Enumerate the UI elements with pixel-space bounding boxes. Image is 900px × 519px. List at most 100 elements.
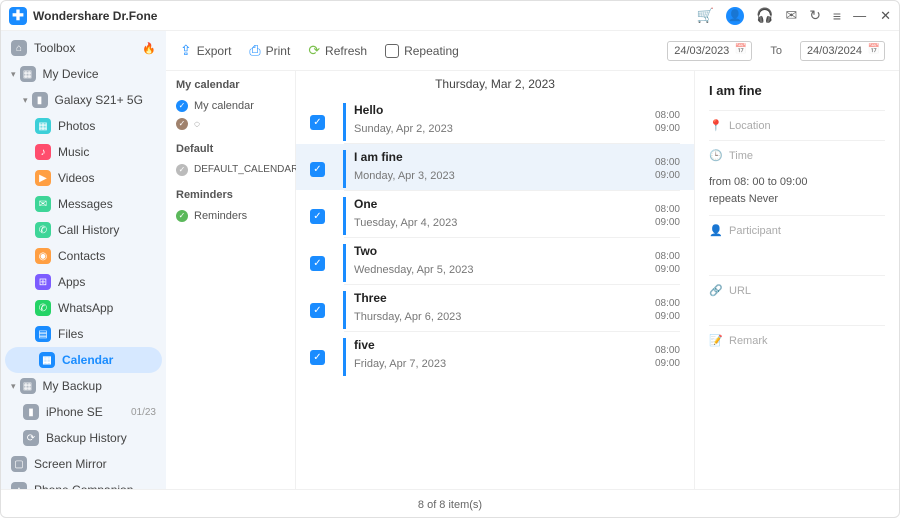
sidebar-item-messages[interactable]: ✉Messages <box>1 191 166 217</box>
event-row[interactable]: ✓ One Tuesday, Apr 4, 2023 08:0009:00 <box>296 191 694 237</box>
user-icon[interactable]: 👤 <box>726 7 744 25</box>
refresh-icon: ⟳ <box>308 42 320 59</box>
sidebar-my-backup[interactable]: ▾ ▦ My Backup <box>1 373 166 399</box>
history-icon[interactable]: ↻ <box>809 7 821 24</box>
events-header-date: Thursday, Mar 2, 2023 <box>296 71 694 97</box>
caret-icon: ▾ <box>11 69 16 80</box>
event-time: 08:0009:00 <box>655 109 680 135</box>
calendar-item[interactable]: Reminders <box>176 207 285 225</box>
event-checkbox[interactable]: ✓ <box>310 256 325 271</box>
date-to-input[interactable]: 24/03/2024 <box>800 41 885 61</box>
main: ⌂ Toolbox 🔥 ▾ ▦ My Device ▾ ▮ Galaxy S21… <box>1 31 899 489</box>
event-date: Monday, Apr 3, 2023 <box>354 170 655 182</box>
device-icon: ▦ <box>20 66 36 82</box>
event-list[interactable]: Thursday, Mar 2, 2023 ✓ Hello Sunday, Ap… <box>296 71 694 489</box>
calendar-icon: ▦ <box>39 352 55 368</box>
event-row[interactable]: ✓ I am fine Monday, Apr 3, 2023 08:0009:… <box>296 144 694 190</box>
sidebar-item-photos[interactable]: ▦Photos <box>1 113 166 139</box>
sidebar-my-device[interactable]: ▾ ▦ My Device <box>1 61 166 87</box>
detail-participant-row: 👤Participant <box>709 215 885 245</box>
sidebar-item-apps[interactable]: ⊞Apps <box>1 269 166 295</box>
sidebar-iphone[interactable]: ▮ iPhone SE 01/23 <box>1 399 166 425</box>
sidebar-item-files[interactable]: ▤Files <box>1 321 166 347</box>
device-label: Galaxy S21+ 5G <box>55 93 143 107</box>
event-date: Tuesday, Apr 4, 2023 <box>354 217 655 229</box>
sidebar-item-contacts[interactable]: ◉Contacts <box>1 243 166 269</box>
event-time: 08:0009:00 <box>655 156 680 182</box>
sidebar-device[interactable]: ▾ ▮ Galaxy S21+ 5G <box>1 87 166 113</box>
print-icon: ⎙ <box>249 42 260 59</box>
whatsapp-icon: ✆ <box>35 300 51 316</box>
event-body: Two Wednesday, Apr 5, 2023 <box>343 244 655 282</box>
history-icon: ⟳ <box>23 430 39 446</box>
event-checkbox[interactable]: ✓ <box>310 209 325 224</box>
messages-icon: ✉ <box>35 196 51 212</box>
headset-icon[interactable]: 🎧 <box>756 7 773 24</box>
detail-title: I am fine <box>709 83 885 98</box>
menu-icon[interactable]: ≡ <box>833 8 841 24</box>
detail-url-row: 🔗URL <box>709 275 885 305</box>
cart-icon[interactable]: 🛒 <box>697 7 714 24</box>
sidebar-phone-companion[interactable]: ▲Phone Companion <box>1 477 166 489</box>
apps-icon: ⊞ <box>35 274 51 290</box>
close-button[interactable]: ✕ <box>880 8 891 24</box>
item-count: 8 of 8 item(s) <box>418 499 482 511</box>
check-icon <box>176 210 188 222</box>
flame-icon: 🔥 <box>142 42 156 55</box>
calendar-item[interactable]: My calendar <box>176 97 285 115</box>
sidebar-screen-mirror[interactable]: ▢Screen Mirror <box>1 451 166 477</box>
mirror-icon: ▢ <box>11 456 27 472</box>
sidebar-item-calendar[interactable]: ▦Calendar <box>5 347 162 373</box>
detail-remark-row: 📝Remark <box>709 325 885 355</box>
sidebar-backup-history[interactable]: ⟳Backup History <box>1 425 166 451</box>
event-date: Friday, Apr 7, 2023 <box>354 358 655 370</box>
export-button[interactable]: ⇪Export <box>180 42 231 59</box>
event-time: 08:0009:00 <box>655 297 680 323</box>
event-title: Two <box>354 244 655 258</box>
toolbox-label: Toolbox <box>34 41 75 55</box>
event-body: One Tuesday, Apr 4, 2023 <box>343 197 655 235</box>
calendar-section-reminders: Reminders Reminders <box>176 189 285 225</box>
remark-icon: 📝 <box>709 334 721 347</box>
calendar-item[interactable]: DEFAULT_CALENDAR_NAME <box>176 161 285 179</box>
files-icon: ▤ <box>35 326 51 342</box>
sidebar-item-music[interactable]: ♪Music <box>1 139 166 165</box>
mail-icon[interactable]: ✉ <box>785 7 797 24</box>
event-title: Three <box>354 291 655 305</box>
event-title: I am fine <box>354 150 655 164</box>
event-row[interactable]: ✓ Three Thursday, Apr 6, 2023 08:0009:00 <box>296 285 694 331</box>
contacts-icon: ◉ <box>35 248 51 264</box>
toolbar: ⇪Export ⎙Print ⟳Refresh Repeating 24/03/… <box>166 31 899 71</box>
sidebar-item-videos[interactable]: ▶Videos <box>1 165 166 191</box>
event-row[interactable]: ✓ five Friday, Apr 7, 2023 08:0009:00 <box>296 332 694 378</box>
event-checkbox[interactable]: ✓ <box>310 303 325 318</box>
event-checkbox[interactable]: ✓ <box>310 350 325 365</box>
status-bar: 8 of 8 item(s) <box>1 489 899 519</box>
event-time: 08:0009:00 <box>655 344 680 370</box>
date-from-input[interactable]: 24/03/2023 <box>667 41 752 61</box>
event-detail: I am fine 📍Location 🕒Time from 08: 00 to… <box>694 71 899 489</box>
videos-icon: ▶ <box>35 170 51 186</box>
event-date: Sunday, Apr 2, 2023 <box>354 123 655 135</box>
event-checkbox[interactable]: ✓ <box>310 162 325 177</box>
participant-icon: 👤 <box>709 224 721 237</box>
refresh-button[interactable]: ⟳Refresh <box>308 42 367 59</box>
export-icon: ⇪ <box>180 42 192 59</box>
event-body: I am fine Monday, Apr 3, 2023 <box>343 150 655 188</box>
event-row[interactable]: ✓ Hello Sunday, Apr 2, 2023 08:0009:00 <box>296 97 694 143</box>
calendar-item[interactable]: ◌ <box>176 115 285 133</box>
photos-icon: ▦ <box>35 118 51 134</box>
checkbox-icon <box>385 44 399 58</box>
sidebar-item-whatsapp[interactable]: ✆WhatsApp <box>1 295 166 321</box>
detail-time-text: from 08: 00 to 09:00 repeats Never <box>709 170 885 215</box>
repeating-toggle[interactable]: Repeating <box>385 44 459 58</box>
sidebar-item-call-history[interactable]: ✆Call History <box>1 217 166 243</box>
event-row[interactable]: ✓ Two Wednesday, Apr 5, 2023 08:0009:00 <box>296 238 694 284</box>
event-checkbox[interactable]: ✓ <box>310 115 325 130</box>
sidebar-toolbox[interactable]: ⌂ Toolbox 🔥 <box>1 35 166 61</box>
window-controls: — ✕ <box>853 8 891 24</box>
print-button[interactable]: ⎙Print <box>249 42 290 59</box>
app-logo: ✚ <box>9 7 27 25</box>
caret-icon: ▾ <box>23 95 28 106</box>
minimize-button[interactable]: — <box>853 8 866 24</box>
